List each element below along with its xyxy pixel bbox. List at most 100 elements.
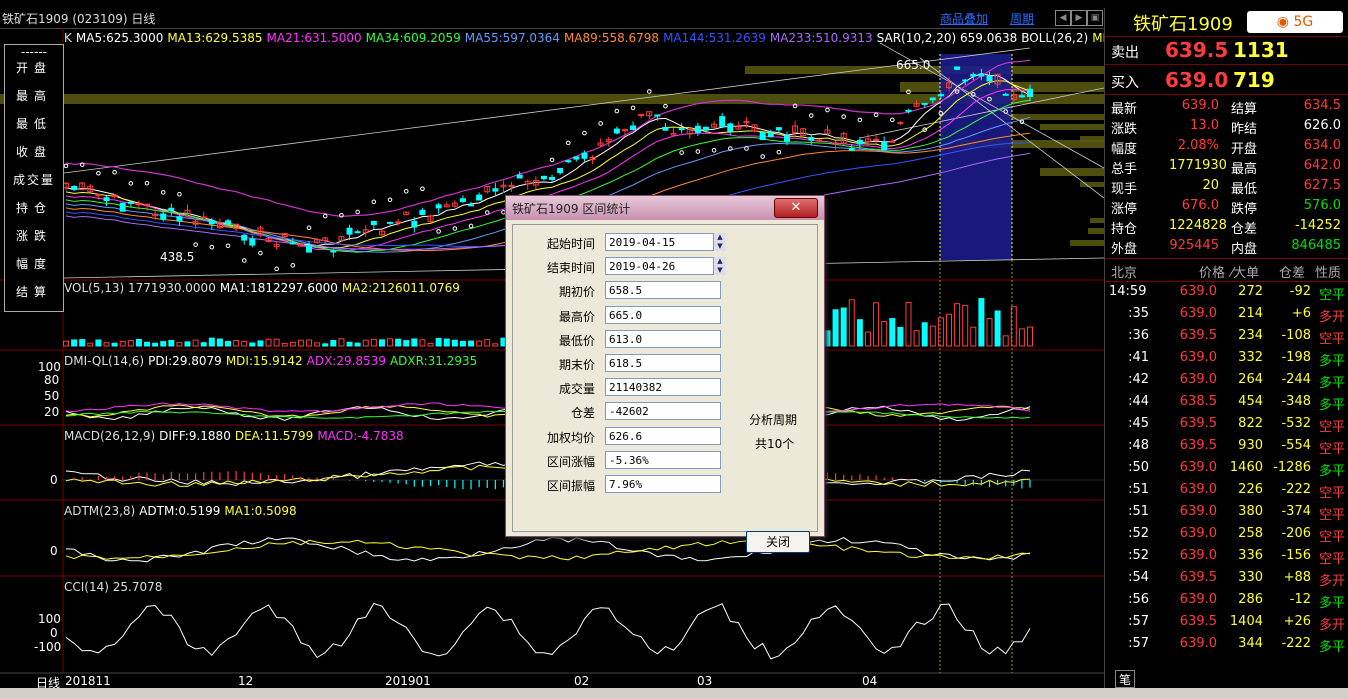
contract-name: 铁矿石1909 <box>1133 14 1233 35</box>
sell-vol: 1131 <box>1233 38 1289 62</box>
taskbar <box>0 688 1348 699</box>
nav-right-icon[interactable]: ▶ <box>1071 10 1087 26</box>
candle-body <box>160 213 167 220</box>
adtm-label-1: ADTM:0.5199 <box>139 504 221 518</box>
menu-item-pct[interactable]: 幅度 <box>5 255 63 272</box>
volume-bar <box>905 302 912 347</box>
menu-item-high[interactable]: 最高 <box>5 87 63 104</box>
dialog-field[interactable]: 613.0 <box>605 329 721 348</box>
sar-dot <box>630 105 636 111</box>
nav-fit-icon[interactable]: ▣ <box>1087 10 1103 26</box>
candle-body <box>654 114 661 117</box>
candle-body <box>395 221 402 224</box>
volume-bar <box>338 338 345 347</box>
candle-body <box>249 238 256 246</box>
candle-body <box>767 132 774 138</box>
menu-item-open[interactable]: 开盘 <box>5 59 63 76</box>
dialog-field[interactable]: -42602 <box>605 402 721 421</box>
stat-row: 涨停 676.0 跌停 576.0 <box>1111 198 1341 217</box>
candle-body <box>1018 95 1025 98</box>
main-label-1: MA5:625.3000 <box>75 31 164 45</box>
sar-dot <box>711 148 717 153</box>
candle-body <box>370 221 377 226</box>
sar-dot <box>160 190 166 195</box>
close-button[interactable]: 关闭 <box>746 531 810 553</box>
dialog-field[interactable]: 2019-04-26 <box>605 257 723 276</box>
menu-item-oi[interactable]: 持仓 <box>5 199 63 216</box>
candle-body <box>411 221 418 228</box>
candle-body <box>1027 88 1033 97</box>
volume-bar <box>184 341 191 347</box>
menu-item-volume[interactable]: 成交量 <box>5 171 63 188</box>
main-label-4: MA34:609.2059 <box>365 31 461 45</box>
date-spinner-icon[interactable]: ▲ ▼ <box>713 257 726 276</box>
sar-dot <box>825 107 830 113</box>
date-201901: 201901 <box>385 674 431 688</box>
candle-body <box>387 221 394 224</box>
dialog-field[interactable]: 658.5 <box>605 281 721 300</box>
candle-body <box>678 128 685 131</box>
candle-body <box>306 245 313 253</box>
nav-left-icon[interactable]: ◀ <box>1055 10 1071 26</box>
volume-profile-band <box>1040 124 1104 130</box>
sar-dot <box>889 117 895 123</box>
tick-row: :41 639.0 332 -198 多平 <box>1128 350 1345 369</box>
dialog-title-bar[interactable]: 铁矿石1909 区间统计 ✕ <box>506 196 824 220</box>
sar-dot <box>679 150 684 155</box>
dialog-field[interactable]: 665.0 <box>605 305 721 324</box>
macd-label-2: DEA:11.5799 <box>234 429 314 443</box>
volume-bar <box>1018 328 1025 347</box>
cci-indicator-labels: CCI(14) 25.7078 <box>64 580 166 594</box>
main-label-2: MA13:629.5385 <box>167 31 263 45</box>
volume-bar <box>824 330 831 347</box>
menu-item-low[interactable]: 最低 <box>5 115 63 132</box>
menu-item-change[interactable]: 涨跌 <box>5 227 63 244</box>
dialog-close-icon[interactable]: ✕ <box>774 198 818 218</box>
volume-bar <box>395 338 402 347</box>
volume-bar <box>322 343 329 347</box>
volume-bar <box>856 319 863 347</box>
dialog-field[interactable]: 618.5 <box>605 354 721 372</box>
dialog-field[interactable]: -5.36% <box>605 450 721 469</box>
volume-bar <box>492 343 499 347</box>
sar-dot <box>225 243 231 249</box>
dialog-field[interactable]: 7.96% <box>605 475 721 493</box>
candle-body <box>168 207 175 211</box>
dialog-field[interactable]: 626.6 <box>605 426 721 445</box>
period-link[interactable]: 周期 <box>1010 10 1034 27</box>
price-field-menu[interactable]: ------ 开盘 最高 最低 收盘 成交量 持仓 涨跌 幅度 结算 <box>4 44 64 312</box>
sell-price: 639.5 <box>1165 38 1229 62</box>
volume-bar <box>484 339 491 347</box>
volume-bar <box>427 342 434 347</box>
dialog-field[interactable]: 2019-04-15 <box>605 233 723 251</box>
volume-bar <box>897 326 904 347</box>
volume-bar <box>1002 335 1009 347</box>
tick-list[interactable]: 14:59 639.0 272 -92 空平:35 639.0 214 +6 多开:36 639.… <box>1105 282 1348 662</box>
candle-body <box>476 194 483 201</box>
stat-row: 现手 20 最低 627.5 <box>1111 178 1341 197</box>
dmi-axis-100: 100 <box>38 360 61 374</box>
sar-dot <box>436 229 441 234</box>
volume-bar <box>79 339 86 347</box>
menu-item-close[interactable]: 收盘 <box>5 143 63 160</box>
tick-row: :45 639.5 822 -532 空平 <box>1128 416 1345 435</box>
quote-stats: 最新 639.0 结算 634.5 涨跌 13.0 昨结 626.0 幅度 2.08% 开盘 634.… <box>1105 96 1348 257</box>
dialog-field[interactable]: 21140382 <box>605 378 721 397</box>
candle-body <box>929 97 936 101</box>
vol-label-2: MA2:2126011.0769 <box>341 281 460 295</box>
candle-body <box>119 202 126 212</box>
sar-dot <box>646 89 652 94</box>
sar-dot <box>484 210 490 215</box>
date-spinner-icon[interactable]: ▲ ▼ <box>713 233 726 251</box>
main-label-10: BOLL(26,2) <box>1021 31 1089 45</box>
menu-item-settle[interactable]: 结算 <box>5 283 63 300</box>
overlay-commodity-link[interactable]: 商品叠加 <box>940 10 988 27</box>
candle-body <box>468 204 475 207</box>
candle-body <box>540 175 547 180</box>
candle-body <box>459 198 466 203</box>
candle-body <box>71 186 78 190</box>
sar-dot <box>96 170 101 176</box>
volume-bar <box>881 320 888 347</box>
tick-mode-tab[interactable]: 笔 <box>1115 670 1135 688</box>
macd-label-0: MACD(26,12,9) <box>64 429 156 443</box>
